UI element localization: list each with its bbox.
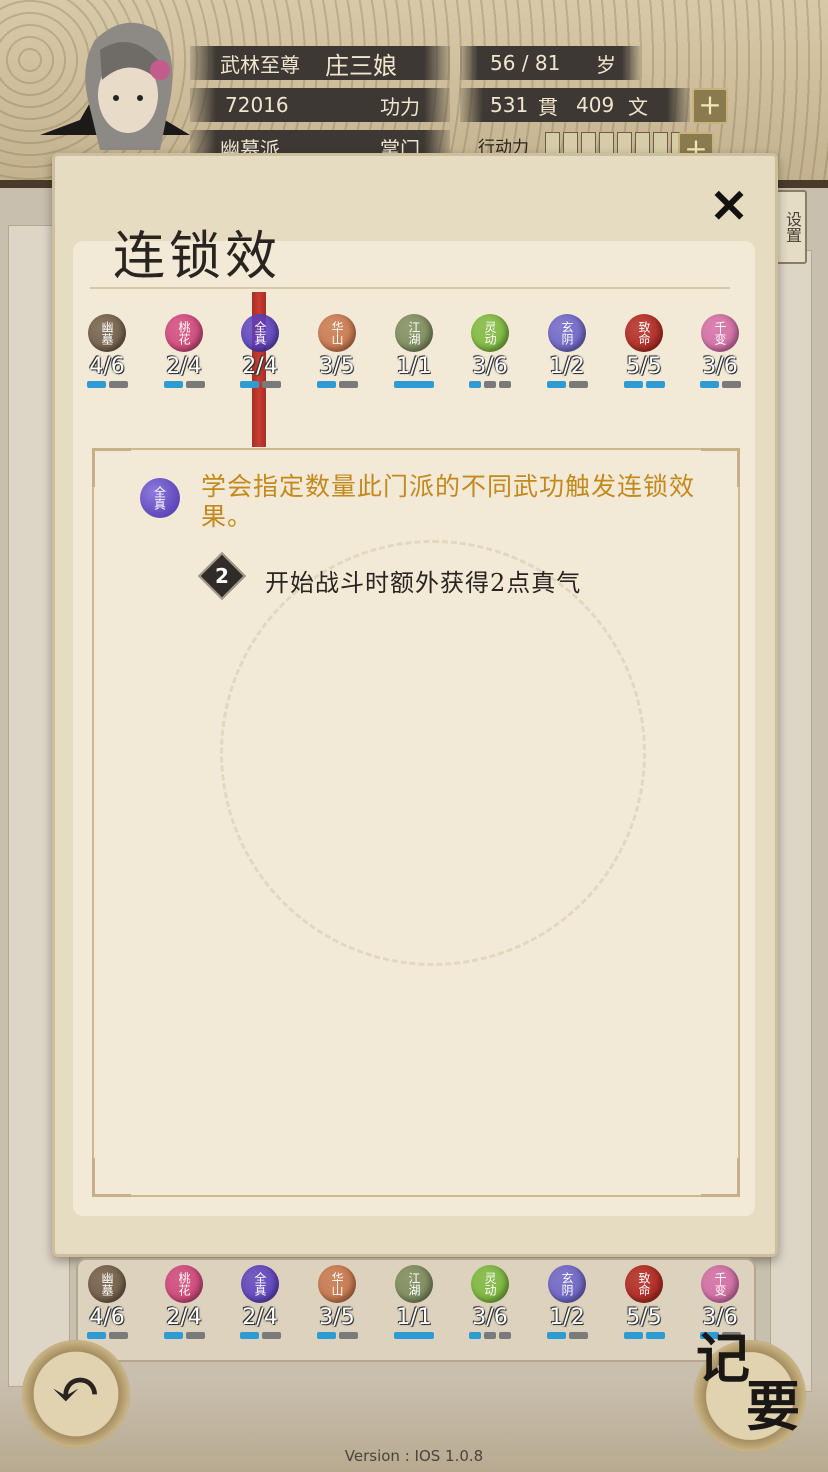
money-wen: 409 — [576, 93, 615, 117]
bottom-sect-6[interactable]: 灵动 3/6 — [460, 1265, 520, 1339]
sect-badge-icon: 灵动 — [471, 314, 509, 352]
power-row: 72016 功力 — [190, 88, 450, 122]
top-sect-9[interactable]: 千变 3/6 — [690, 314, 750, 388]
sect-progress-bars — [384, 1332, 444, 1339]
sect-badge-icon: 千变 — [701, 1265, 739, 1303]
memo-label[interactable]: 记 要 — [692, 1330, 800, 1434]
power-label: 功力 — [380, 94, 420, 119]
sect-count: 3/5 — [319, 1305, 355, 1330]
sect-count: 5/5 — [626, 1305, 662, 1330]
sect-count: 3/6 — [472, 354, 508, 379]
top-sect-5[interactable]: 江湖 1/1 — [384, 314, 444, 388]
sect-count: 2/4 — [166, 1305, 202, 1330]
tier-effect-text: 开始战斗时额外获得2点真气 — [265, 569, 582, 597]
sect-count: 4/6 — [89, 354, 125, 379]
sect-count: 1/1 — [396, 354, 432, 379]
sect-badge-icon: 玄阴 — [548, 314, 586, 352]
top-sect-6[interactable]: 灵动 3/6 — [460, 314, 520, 388]
bottom-sect-2[interactable]: 桃花 2/4 — [154, 1265, 214, 1339]
bottom-sect-8[interactable]: 致命 5/5 — [614, 1265, 674, 1339]
sect-progress-bars — [154, 381, 214, 388]
sect-badge-icon: 幽墓 — [88, 314, 126, 352]
sect-badge-icon: 桃花 — [165, 314, 203, 352]
top-sect-4[interactable]: 华山 3/5 — [307, 314, 367, 388]
sect-progress-bars — [460, 381, 520, 388]
tier-number: 2 — [215, 564, 229, 588]
sect-badge-icon: 全真 — [241, 1265, 279, 1303]
description-text: 学会指定数量此门派的不同武功触发连锁效果。 — [201, 472, 696, 531]
sect-count: 1/2 — [549, 354, 585, 379]
sect-count: 3/5 — [319, 354, 355, 379]
guan-label: 貫 — [538, 94, 558, 119]
version-text: Version : IOS 1.0.8 — [344, 1447, 484, 1465]
sect-badge-icon: 致命 — [625, 314, 663, 352]
sect-count: 2/4 — [242, 354, 278, 379]
sect-progress-bars — [77, 1332, 137, 1339]
sect-count: 3/6 — [702, 354, 738, 379]
top-sect-1[interactable]: 幽墓 4/6 — [77, 314, 137, 388]
rank-name-row: 武林至尊 庄三娘 — [190, 46, 450, 80]
sect-badge-icon: 华山 — [318, 1265, 356, 1303]
sect-icon-quanzhen: 全真 — [140, 478, 180, 518]
bottom-sect-7[interactable]: 玄阴 1/2 — [537, 1265, 597, 1339]
bottom-sect-1[interactable]: 幽墓 4/6 — [77, 1265, 137, 1339]
sect-badge-icon: 江湖 — [395, 1265, 433, 1303]
title-divider — [90, 287, 730, 289]
sect-progress-bars — [614, 381, 674, 388]
rank-title: 武林至尊 — [220, 52, 300, 77]
sect-badge-icon: 江湖 — [395, 314, 433, 352]
character-avatar[interactable] — [40, 10, 190, 150]
sect-count: 3/6 — [472, 1305, 508, 1330]
age-value: 56 / 81 — [490, 51, 561, 75]
dialog-title: 连锁效 — [113, 227, 282, 287]
sect-progress-bars — [690, 381, 750, 388]
character-name: 庄三娘 — [325, 51, 397, 80]
power-value: 72016 — [225, 93, 289, 117]
sect-progress-bars — [230, 381, 290, 388]
wen-label: 文 — [628, 94, 648, 119]
sect-count: 1/1 — [396, 1305, 432, 1330]
money-guan: 531 — [490, 93, 529, 117]
sect-progress-bars — [307, 381, 367, 388]
add-money-button[interactable]: + — [692, 88, 728, 124]
dragon-watermark — [220, 540, 646, 966]
sect-badge-icon: 灵动 — [471, 1265, 509, 1303]
top-sect-3[interactable]: 全真 2/4 — [230, 314, 290, 388]
age-unit: 岁 — [596, 52, 616, 77]
sect-progress-bars — [77, 381, 137, 388]
bottom-sect-3[interactable]: 全真 2/4 — [230, 1265, 290, 1339]
sect-progress-bars — [537, 1332, 597, 1339]
sect-badge-icon: 致命 — [625, 1265, 663, 1303]
settings-tab[interactable]: 设置 — [775, 190, 807, 264]
sect-progress-bars — [154, 1332, 214, 1339]
sect-progress-bars — [307, 1332, 367, 1339]
sect-count: 2/4 — [242, 1305, 278, 1330]
top-sect-7[interactable]: 玄阴 1/2 — [537, 314, 597, 388]
sect-badge-icon: 玄阴 — [548, 1265, 586, 1303]
bottom-sect-4[interactable]: 华山 3/5 — [307, 1265, 367, 1339]
close-button[interactable]: ✕ — [707, 183, 751, 229]
age-row: 56 / 81 岁 — [460, 46, 640, 80]
sect-count: 1/2 — [549, 1305, 585, 1330]
money-row: 531 貫 409 文 — [460, 88, 690, 122]
sect-progress-bars — [614, 1332, 674, 1339]
sect-progress-bars — [230, 1332, 290, 1339]
sect-count: 5/5 — [626, 354, 662, 379]
back-button[interactable]: ↶ — [22, 1340, 130, 1448]
sect-progress-bars — [460, 1332, 520, 1339]
top-sect-8[interactable]: 致命 5/5 — [614, 314, 674, 388]
top-sect-2[interactable]: 桃花 2/4 — [154, 314, 214, 388]
sect-badge-icon: 幽墓 — [88, 1265, 126, 1303]
sect-badge-icon: 千变 — [701, 314, 739, 352]
sect-count: 2/4 — [166, 354, 202, 379]
sect-badge-icon: 全真 — [241, 314, 279, 352]
sect-count: 4/6 — [89, 1305, 125, 1330]
sect-progress-bars — [384, 381, 444, 388]
sect-progress-bars — [537, 381, 597, 388]
sect-badge-icon: 桃花 — [165, 1265, 203, 1303]
bottom-sect-5[interactable]: 江湖 1/1 — [384, 1265, 444, 1339]
sect-badge-icon: 华山 — [318, 314, 356, 352]
